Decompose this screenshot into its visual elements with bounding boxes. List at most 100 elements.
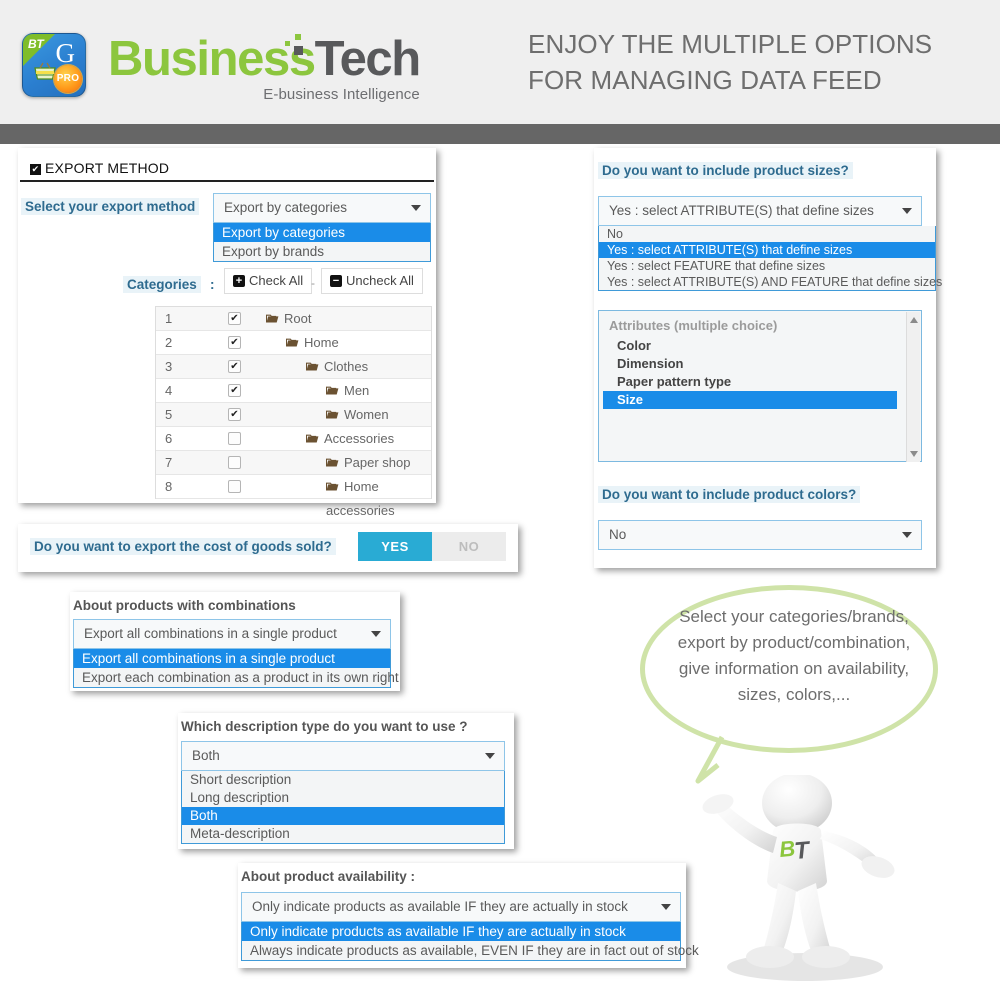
table-row[interactable]: 6 Accessories bbox=[156, 427, 431, 451]
category-checkbox[interactable]: ✔ bbox=[228, 408, 241, 421]
description-type-option[interactable]: Short description bbox=[182, 771, 504, 789]
product-sizes-option[interactable]: No bbox=[599, 226, 935, 242]
product-sizes-option[interactable]: Yes : select ATTRIBUTE(S) AND FEATURE th… bbox=[599, 274, 942, 290]
category-name-text: Paper shop bbox=[344, 455, 411, 470]
combinations-option[interactable]: Export each combination as a product in … bbox=[74, 668, 399, 687]
icon-bt-label: BT bbox=[28, 37, 44, 51]
export-method-option[interactable]: Export by categories bbox=[214, 223, 430, 242]
product-sizes-options-list[interactable]: No Yes : select ATTRIBUTE(S) that define… bbox=[598, 226, 942, 291]
chevron-down-icon bbox=[661, 904, 671, 910]
category-name-text: Accessories bbox=[324, 431, 395, 446]
product-availability-option[interactable]: Always indicate products as available, E… bbox=[242, 941, 699, 960]
folder-icon bbox=[285, 336, 299, 350]
check-all-button[interactable]: + Check All bbox=[224, 268, 313, 294]
combinations-select-value: Export all combinations in a single prod… bbox=[84, 626, 337, 641]
combinations-select[interactable]: Export all combinations in a single prod… bbox=[73, 619, 391, 649]
category-index: 7 bbox=[165, 455, 173, 470]
description-type-options-list[interactable]: Short description Long description Both … bbox=[181, 771, 505, 844]
speech-bubble: Select your categories/brands, export by… bbox=[640, 585, 938, 753]
attributes-multiselect[interactable]: Attributes (multiple choice) Color Dimen… bbox=[598, 310, 922, 462]
category-name: Clothes bbox=[305, 355, 369, 379]
category-checkbox[interactable]: ✔ bbox=[228, 360, 241, 373]
category-name-text: Clothes bbox=[324, 359, 369, 374]
uncheck-all-button[interactable]: − Uncheck All bbox=[321, 268, 423, 294]
product-availability-option[interactable]: Only indicate products as available IF t… bbox=[242, 922, 680, 941]
table-row[interactable]: 1 ✔ Root bbox=[156, 307, 431, 331]
cost-of-goods-yes-button[interactable]: YES bbox=[358, 532, 432, 561]
mascot-left-foot bbox=[746, 946, 794, 968]
category-checkbox[interactable] bbox=[228, 456, 241, 469]
combinations-options-list[interactable]: Export all combinations in a single prod… bbox=[73, 649, 399, 688]
category-name-text: Men bbox=[344, 383, 370, 398]
export-method-option[interactable]: Export by brands bbox=[214, 242, 430, 261]
category-checkbox[interactable] bbox=[228, 480, 241, 493]
category-checkbox[interactable]: ✔ bbox=[228, 336, 241, 349]
export-method-title-text: EXPORT METHOD bbox=[45, 160, 170, 176]
category-name-text: Women bbox=[344, 407, 389, 422]
category-index: 8 bbox=[165, 479, 173, 494]
category-checkbox[interactable]: ✔ bbox=[228, 312, 241, 325]
check-all-label: Check All bbox=[249, 273, 304, 288]
category-name: Root bbox=[265, 307, 312, 331]
export-method-title: ✔ EXPORT METHOD bbox=[30, 160, 169, 176]
page-header: BT G PRO BusinessTech E-business Intelli… bbox=[0, 0, 1000, 124]
product-availability-select-value: Only indicate products as available IF t… bbox=[252, 899, 628, 914]
attributes-scrollbar[interactable] bbox=[906, 312, 920, 462]
description-type-option[interactable]: Meta-description bbox=[182, 825, 504, 843]
table-row[interactable]: 2 ✔ Home bbox=[156, 331, 431, 355]
attribute-option[interactable]: Dimension bbox=[603, 355, 897, 373]
product-sizes-select[interactable]: Yes : select ATTRIBUTE(S) that define si… bbox=[598, 196, 922, 226]
product-availability-select[interactable]: Only indicate products as available IF t… bbox=[241, 892, 681, 922]
product-sizes-option[interactable]: Yes : select FEATURE that define sizes bbox=[599, 258, 935, 274]
description-type-select[interactable]: Both bbox=[181, 741, 505, 771]
chevron-down-icon bbox=[902, 532, 912, 538]
export-method-options-list[interactable]: Export by categories Export by brands bbox=[213, 223, 431, 262]
table-row[interactable]: 7 Paper shop bbox=[156, 451, 431, 475]
table-row[interactable]: 5 ✔ Women bbox=[156, 403, 431, 427]
header-title: ENJOY THE MULTIPLE OPTIONS FOR MANAGING … bbox=[528, 29, 933, 95]
export-method-divider bbox=[20, 180, 434, 182]
category-name: Men bbox=[325, 379, 370, 403]
attribute-option[interactable]: Size bbox=[603, 391, 897, 409]
cost-of-goods-toggle[interactable]: YES NO bbox=[358, 532, 506, 561]
folder-icon bbox=[325, 480, 339, 494]
table-row[interactable]: 3 ✔ Clothes bbox=[156, 355, 431, 379]
description-type-option[interactable]: Both bbox=[182, 807, 504, 825]
cost-of-goods-no-button[interactable]: NO bbox=[432, 532, 506, 561]
mascot-right-foot bbox=[802, 946, 850, 968]
category-checkbox[interactable] bbox=[228, 432, 241, 445]
product-availability-options-list[interactable]: Only indicate products as available IF t… bbox=[241, 922, 699, 961]
product-sizes-label: Do you want to include product sizes? bbox=[598, 162, 853, 179]
table-row[interactable]: 4 ✔ Men bbox=[156, 379, 431, 403]
category-name-text: Root bbox=[284, 311, 312, 326]
table-row[interactable]: 8 Home accessories bbox=[156, 475, 431, 518]
folder-icon bbox=[325, 384, 339, 398]
brand-wordmark: BusinessTech E-business Intelligence bbox=[108, 30, 421, 103]
scroll-up-icon[interactable] bbox=[910, 317, 918, 323]
category-name: Accessories bbox=[305, 427, 395, 451]
chevron-down-icon bbox=[902, 208, 912, 214]
icon-pro-badge: PRO bbox=[54, 65, 82, 93]
product-colors-label: Do you want to include product colors? bbox=[598, 486, 861, 503]
attribute-option[interactable]: Paper pattern type bbox=[603, 373, 897, 391]
product-availability-panel: About product availability : Only indica… bbox=[238, 863, 699, 968]
scroll-down-icon[interactable] bbox=[910, 451, 918, 457]
brand-wordmark-text: BusinessTech bbox=[108, 30, 421, 88]
category-index: 6 bbox=[165, 431, 173, 446]
category-index: 2 bbox=[165, 335, 173, 350]
product-sizes-option[interactable]: Yes : select ATTRIBUTE(S) that define si… bbox=[599, 242, 935, 258]
export-method-label: Select your export method bbox=[21, 198, 200, 215]
attribute-option[interactable]: Color bbox=[603, 337, 897, 355]
buttons-separator: - bbox=[311, 276, 315, 290]
mascot-figure: B T bbox=[702, 775, 895, 981]
category-name: Home bbox=[285, 331, 339, 355]
combinations-option[interactable]: Export all combinations in a single prod… bbox=[74, 649, 390, 668]
export-method-select[interactable]: Export by categories bbox=[213, 193, 431, 223]
description-type-panel: Which description type do you want to us… bbox=[178, 713, 514, 849]
category-name: Women bbox=[325, 403, 389, 427]
folder-icon bbox=[265, 312, 279, 326]
description-type-option[interactable]: Long description bbox=[182, 789, 504, 807]
product-colors-select[interactable]: No bbox=[598, 520, 922, 550]
combinations-panel: About products with combinations Export … bbox=[70, 592, 400, 691]
category-checkbox[interactable]: ✔ bbox=[228, 384, 241, 397]
